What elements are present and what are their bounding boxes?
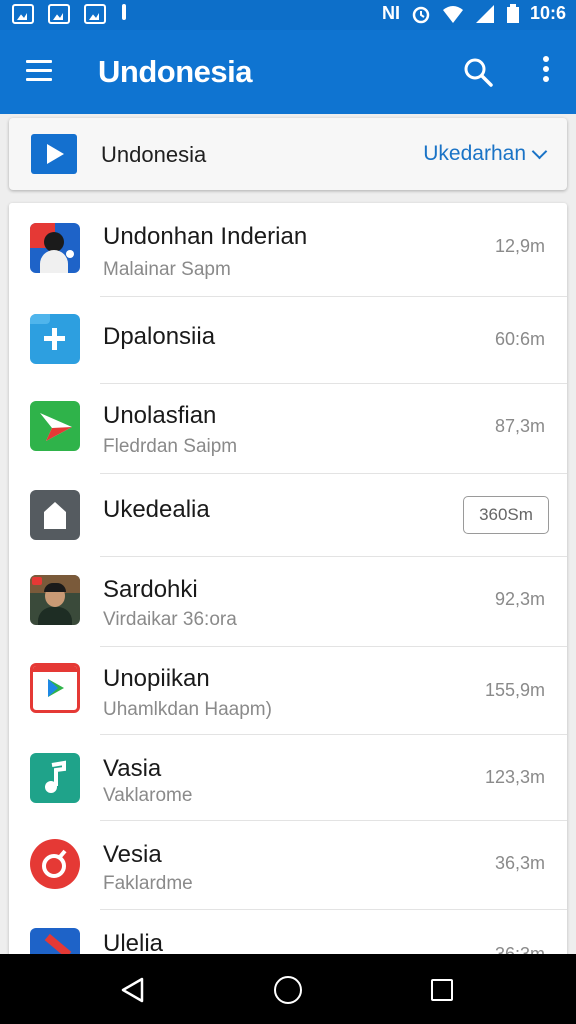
back-triangle-icon[interactable] <box>118 976 148 1004</box>
network-label: NI <box>381 3 400 23</box>
app-list: Undonhan Inderian Malainar Sapm 12,9m Dp… <box>9 203 567 963</box>
chevron-down-icon <box>531 143 548 159</box>
list-item[interactable]: Ukedealia 360Sm <box>9 474 567 557</box>
recent-apps-icon[interactable] <box>431 979 453 1001</box>
alarm-icon <box>412 6 430 23</box>
clock: 10:6 <box>529 3 566 23</box>
source-dropdown-value: Ukedarhan <box>423 142 526 165</box>
search-icon[interactable] <box>460 54 496 90</box>
home-circle-icon[interactable] <box>274 976 302 1004</box>
item-size: 87,3m <box>494 416 545 436</box>
folder-plus-icon <box>30 314 80 364</box>
item-size: 36,3m <box>494 853 545 873</box>
status-right: NI 10:6 <box>382 3 566 24</box>
battery-icon <box>506 3 519 23</box>
alert-notification-icon <box>120 4 128 24</box>
send-arrow-icon <box>30 401 80 451</box>
list-item[interactable]: Unopiikan Uhamlkdan Haapm) 155,9m <box>9 647 567 735</box>
item-title: Unopiikan <box>103 665 210 692</box>
person-photo-icon <box>30 575 80 625</box>
item-subtitle: Malainar Sapm <box>103 259 231 280</box>
more-vert-icon[interactable] <box>536 56 556 88</box>
item-size: 123,3m <box>484 767 545 787</box>
status-bar: NI 10:6 <box>0 0 576 30</box>
photo-notification-icon <box>84 4 106 24</box>
image-notification-icon <box>48 4 70 24</box>
item-title: Vasia <box>103 755 162 782</box>
music-note-icon <box>30 753 80 803</box>
list-item[interactable]: Vasia Vaklarome 123,3m <box>9 735 567 821</box>
list-item[interactable]: Unolasfian Fledrdan Saipm 87,3m <box>9 384 567 474</box>
item-title: Unolasfian <box>103 402 217 429</box>
item-size: 12,9m <box>494 236 545 256</box>
source-selector[interactable]: Undonesia Ukedarhan <box>9 118 567 190</box>
item-size: 60:6m <box>494 329 545 349</box>
source-name: Undonesia <box>101 142 207 167</box>
system-nav-bar <box>0 954 576 1024</box>
red-circle-icon <box>30 839 80 889</box>
list-item[interactable]: Dpalonsiia 60:6m <box>9 297 567 384</box>
app-title: Undonesia <box>98 54 252 89</box>
play-icon <box>31 134 77 174</box>
item-subtitle: Vaklarome <box>103 785 193 806</box>
signal-icon <box>475 4 494 23</box>
hamburger-menu-icon[interactable] <box>26 60 52 82</box>
item-subtitle: Faklardme <box>103 873 193 894</box>
item-size: 155,9m <box>484 680 545 700</box>
person-app-icon <box>30 223 80 273</box>
item-size: 92,3m <box>494 589 545 609</box>
item-subtitle: Uhamlkdan Haapm) <box>103 699 272 720</box>
item-subtitle: Fledrdan Saipm <box>103 436 238 457</box>
home-icon <box>30 490 80 540</box>
item-title: Sardohki <box>103 576 198 603</box>
item-title: Vesia <box>103 841 162 868</box>
source-dropdown[interactable]: Ukedarhan <box>423 142 548 166</box>
item-subtitle: Virdaikar 36:ora <box>103 609 237 630</box>
list-item[interactable]: Sardohki Virdaikar 36:ora 92,3m <box>9 557 567 647</box>
notification-icons <box>12 4 128 24</box>
item-title: Undonhan Inderian <box>103 223 308 250</box>
item-title: Dpalonsiia <box>103 323 216 350</box>
list-item[interactable]: Vesia Faklardme 36,3m <box>9 821 567 910</box>
item-title: Ukedealia <box>103 496 210 523</box>
wifi-icon <box>442 5 463 23</box>
list-item[interactable]: Undonhan Inderian Malainar Sapm 12,9m <box>9 203 567 297</box>
play-store-icon <box>30 663 80 713</box>
app-bar: Undonesia <box>0 30 576 114</box>
item-size-button[interactable]: 360Sm <box>463 496 549 534</box>
gallery-notification-icon <box>12 4 34 24</box>
